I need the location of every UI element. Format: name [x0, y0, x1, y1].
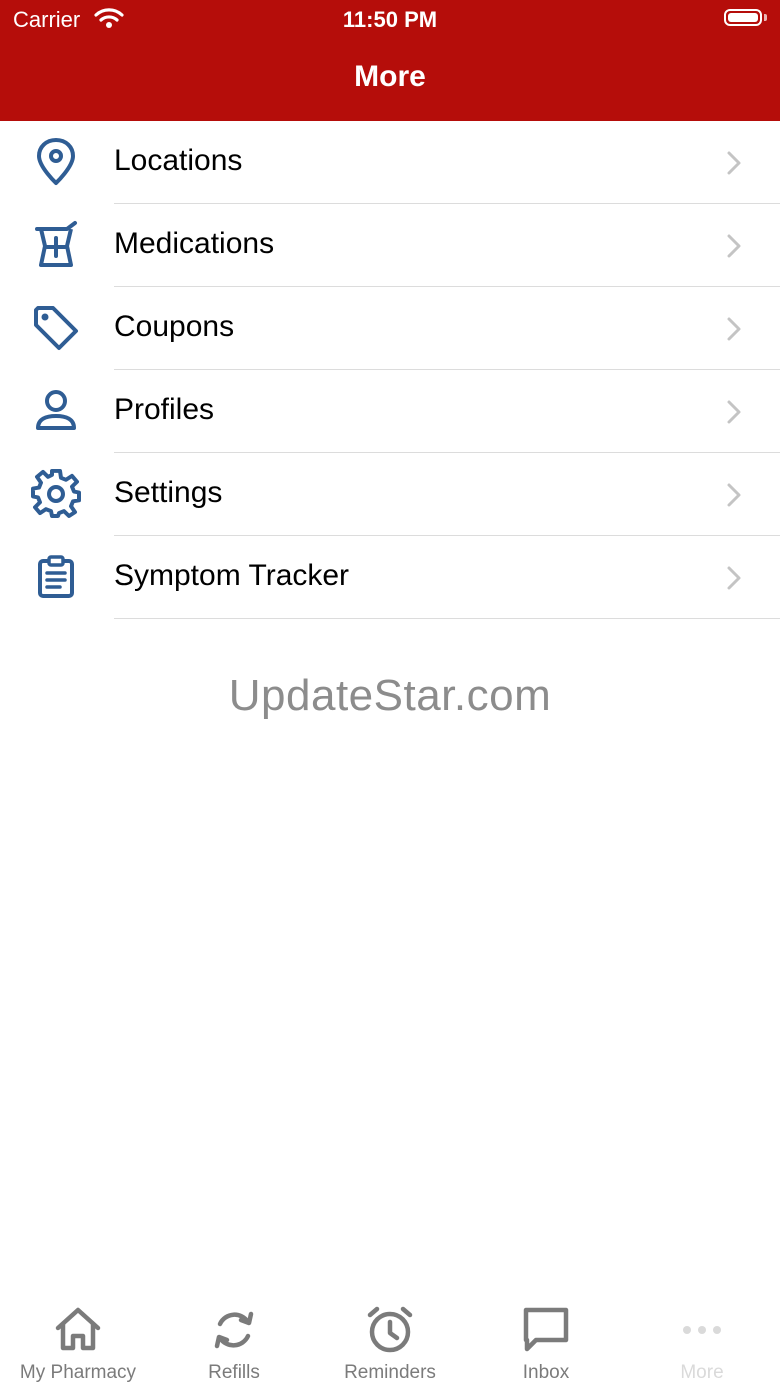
tab-label: Reminders	[344, 1362, 436, 1383]
tab-more[interactable]: More	[624, 1290, 780, 1387]
menu-item-profiles[interactable]: Profiles	[0, 370, 780, 453]
alarm-clock-icon	[367, 1306, 413, 1353]
menu-item-settings[interactable]: Settings	[0, 453, 780, 536]
person-icon	[28, 386, 84, 436]
tab-reminders[interactable]: Reminders	[312, 1290, 468, 1387]
menu-item-label: Coupons	[114, 310, 235, 343]
watermark-text: UpdateStar.com	[228, 671, 552, 720]
refresh-icon	[214, 1311, 254, 1349]
tab-refills[interactable]: Refills	[156, 1290, 312, 1387]
menu-item-symptom-tracker[interactable]: Symptom Tracker	[0, 536, 780, 619]
menu-item-label: Settings	[114, 476, 223, 509]
gear-icon	[28, 469, 84, 519]
battery-tip	[764, 14, 767, 21]
tab-label: My Pharmacy	[19, 1362, 137, 1383]
clock-time: 11:50 PM	[342, 7, 438, 32]
tab-inbox[interactable]: Inbox	[468, 1290, 624, 1387]
more-dots-icon	[683, 1326, 721, 1334]
more-menu-list: Locations Medications Coupons Profiles S…	[0, 121, 780, 619]
page-title: More	[354, 60, 426, 93]
menu-item-label: Profiles	[114, 393, 215, 426]
chevron-right-icon	[727, 317, 741, 341]
tab-label: Refills	[208, 1362, 260, 1383]
menu-item-label: Locations	[114, 144, 243, 177]
chevron-right-icon	[727, 400, 741, 424]
battery-icon	[724, 9, 762, 26]
row-divider	[114, 618, 780, 619]
tag-icon	[28, 303, 84, 353]
chevron-right-icon	[727, 566, 741, 590]
medication-icon	[28, 220, 84, 270]
home-icon	[55, 1307, 101, 1351]
chat-bubble-icon	[523, 1307, 569, 1352]
menu-item-locations[interactable]: Locations	[0, 121, 780, 204]
tab-label: Inbox	[522, 1362, 570, 1383]
chevron-right-icon	[727, 234, 741, 258]
chevron-right-icon	[727, 483, 741, 507]
tab-label: More	[680, 1362, 724, 1383]
tab-bar: My Pharmacy Refills Reminders Inbox More	[0, 1290, 780, 1387]
location-pin-icon	[28, 137, 84, 187]
menu-item-label: Medications	[114, 227, 275, 260]
status-bar: Carrier 11:50 PM	[0, 0, 780, 40]
menu-item-medications[interactable]: Medications	[0, 204, 780, 287]
menu-item-coupons[interactable]: Coupons	[0, 287, 780, 370]
navigation-header: Carrier 11:50 PM More	[0, 0, 780, 121]
menu-item-label: Symptom Tracker	[114, 559, 350, 592]
tab-my-pharmacy[interactable]: My Pharmacy	[0, 1290, 156, 1387]
chevron-right-icon	[727, 151, 741, 175]
clipboard-icon	[28, 552, 84, 602]
